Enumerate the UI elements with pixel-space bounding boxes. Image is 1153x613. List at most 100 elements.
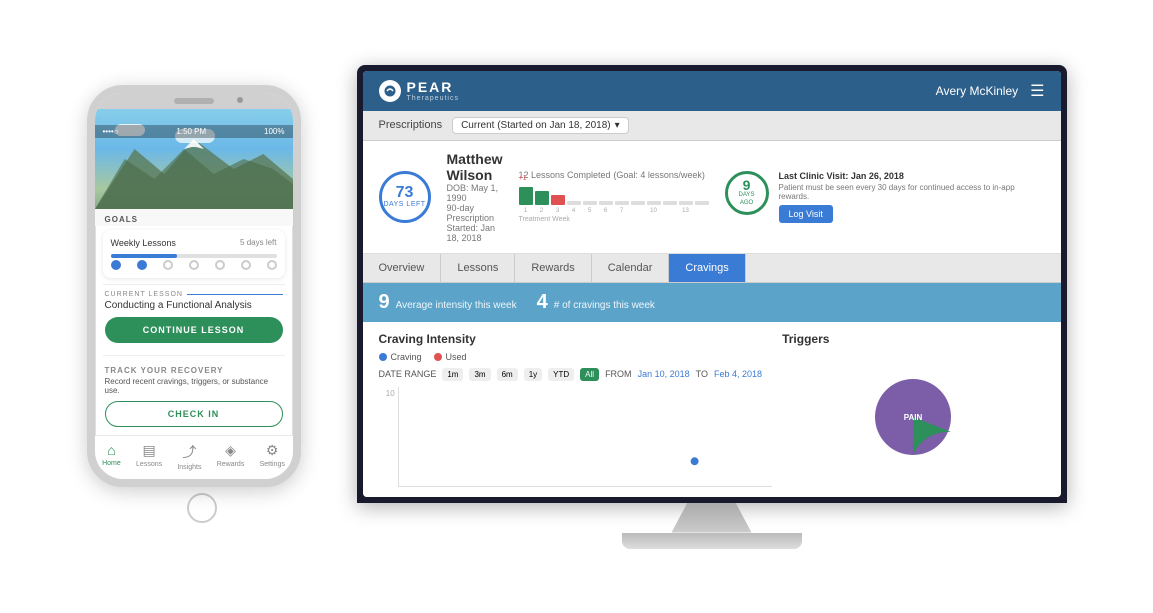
range-all[interactable]: All — [580, 368, 599, 381]
phone-home-button[interactable] — [187, 493, 217, 523]
dropdown-chevron-icon: ▾ — [615, 120, 620, 131]
tab-cravings[interactable]: Cravings — [669, 254, 745, 282]
cravings-count-block: 4 # of cravings this week — [537, 291, 655, 314]
settings-icon: ⚙ — [266, 442, 279, 459]
progress-track[interactable] — [111, 254, 277, 258]
nav-insights[interactable]: ⤴ Insights — [177, 442, 201, 471]
progress-fill — [111, 254, 177, 258]
craving-intensity-chart: Craving Intensity Craving Used — [379, 332, 773, 487]
to-date: Feb 4, 2018 — [714, 369, 762, 379]
bar-w12 — [695, 201, 709, 205]
bar-w5 — [583, 201, 597, 205]
home-icon: ⌂ — [107, 442, 115, 458]
svg-text:PAIN: PAIN — [904, 413, 923, 422]
bar-w4 — [567, 201, 581, 205]
nav-settings-label: Settings — [260, 461, 285, 468]
slider-dot-4 — [189, 260, 199, 270]
log-visit-button[interactable]: Log Visit — [779, 205, 833, 223]
phone-body: ••••○ 1:50 PM 100% — [87, 85, 301, 487]
y-axis-label: 10 — [379, 387, 398, 487]
range-6m[interactable]: 6m — [497, 368, 518, 381]
lessons-block: 12 Lessons Completed (Goal: 4 lessons/we… — [519, 170, 709, 223]
phone-camera — [237, 97, 243, 103]
range-1m[interactable]: 1m — [442, 368, 463, 381]
prescriptions-bar: Prescriptions Current (Started on Jan 18… — [363, 111, 1061, 141]
range-ytd[interactable]: YTD — [548, 368, 574, 381]
patient-details: Matthew Wilson DOB: May 1, 1990 90-day P… — [447, 151, 503, 243]
chart-legend: Craving Used — [379, 352, 773, 362]
monitor-base — [622, 533, 802, 549]
track-recovery-label: TRACK YOUR RECOVERY — [95, 362, 293, 377]
prescriptions-current: Current (Started on Jan 18, 2018) — [461, 120, 611, 131]
nav-rewards[interactable]: ◈ Rewards — [217, 442, 245, 471]
phone-hero-image — [95, 109, 293, 209]
clinic-info-block: 9 DAYSAGO Last Clinic Visit: Jan 26, 201… — [725, 171, 1045, 223]
logo-text: PEAR — [407, 79, 459, 95]
lessons-title: 12 Lessons Completed (Goal: 4 lessons/we… — [519, 170, 709, 181]
days-ago-text: DAYSAGO — [739, 192, 755, 206]
hamburger-menu-icon[interactable]: ☰ — [1030, 81, 1044, 101]
status-signal: ••••○ — [103, 127, 119, 136]
range-1y[interactable]: 1y — [524, 368, 542, 381]
status-time: 1:50 PM — [176, 127, 206, 136]
phone-notch — [95, 93, 293, 109]
monitor-device: PEAR Therapeutics Avery McKinley ☰ Presc… — [357, 65, 1067, 549]
nav-settings[interactable]: ⚙ Settings — [260, 442, 285, 471]
days-left-label: 5 days left — [240, 238, 276, 247]
user-info: Avery McKinley ☰ — [936, 81, 1045, 101]
avg-intensity-label: Average intensity this week — [396, 300, 517, 311]
treatment-week-label: Treatment Week — [519, 216, 709, 223]
lessons-icon: ▤ — [142, 442, 155, 459]
patient-started: Started: Jan 18, 2018 — [447, 223, 503, 243]
phone-speaker — [179, 98, 209, 102]
tab-rewards[interactable]: Rewards — [515, 254, 591, 282]
app-logo: PEAR Therapeutics — [379, 79, 459, 102]
prescriptions-dropdown[interactable]: Current (Started on Jan 18, 2018) ▾ — [452, 117, 629, 134]
nav-rewards-label: Rewards — [217, 461, 245, 468]
lesson-line — [187, 294, 283, 295]
desktop-app: PEAR Therapeutics Avery McKinley ☰ Presc… — [363, 71, 1061, 497]
days-ago-circle: 9 DAYSAGO — [725, 171, 769, 215]
nav-home[interactable]: ⌂ Home — [102, 442, 121, 471]
weekly-lessons-card: Weekly Lessons 5 days left — [103, 230, 285, 278]
bar-w1 — [519, 187, 533, 205]
from-date: Jan 10, 2018 — [638, 369, 690, 379]
rewards-icon: ◈ — [225, 442, 236, 459]
nav-lessons-label: Lessons — [136, 461, 162, 468]
bar-w7 — [615, 201, 629, 205]
days-left-number: 73 — [396, 185, 414, 201]
lesson-title: Conducting a Functional Analysis — [95, 298, 293, 317]
bar-w10 — [663, 201, 677, 205]
divider-2 — [103, 355, 285, 356]
weekly-lessons-label: Weekly Lessons — [111, 238, 176, 248]
chart-svg-container — [398, 387, 772, 487]
nav-home-label: Home — [102, 460, 121, 467]
days-left-text: DAYS LEFT — [383, 201, 425, 208]
clinic-details: Last Clinic Visit: Jan 26, 2018 Patient … — [779, 171, 1045, 223]
clinic-visit-detail: Patient must be seen every 30 days for c… — [779, 183, 1045, 201]
date-range-label: DATE RANGE — [379, 369, 437, 379]
cravings-stats-bar: 9 Average intensity this week 4 # of cra… — [363, 283, 1061, 322]
nav-lessons[interactable]: ▤ Lessons — [136, 442, 162, 471]
tab-overview[interactable]: Overview — [363, 254, 442, 282]
tab-lessons[interactable]: Lessons — [441, 254, 515, 282]
track-recovery-desc: Record recent cravings, triggers, or sub… — [95, 377, 293, 401]
slider-dot-2 — [137, 260, 147, 270]
logo-subtitle: Therapeutics — [407, 95, 459, 102]
phone-device: ••••○ 1:50 PM 100% — [87, 85, 317, 529]
tab-calendar[interactable]: Calendar — [592, 254, 670, 282]
bar-w2 — [535, 191, 549, 205]
triggers-title: Triggers — [782, 332, 1044, 346]
range-3m[interactable]: 3m — [469, 368, 490, 381]
clinic-visit-title: Last Clinic Visit: Jan 26, 2018 — [779, 171, 1045, 181]
check-in-button[interactable]: CHECK IN — [105, 401, 283, 427]
avg-intensity-block: 9 Average intensity this week — [379, 291, 517, 314]
status-battery: 100% — [264, 127, 284, 136]
slider-dot-7 — [267, 260, 277, 270]
patient-prescription: 90-day Prescription — [447, 203, 503, 223]
slider-dot-3 — [163, 260, 173, 270]
goals-label: GOALS — [95, 209, 293, 226]
triggers-area: Triggers PAIN — [782, 332, 1044, 487]
continue-lesson-button[interactable]: CONTINUE LESSON — [105, 317, 283, 343]
patient-dob: DOB: May 1, 1990 — [447, 183, 503, 203]
